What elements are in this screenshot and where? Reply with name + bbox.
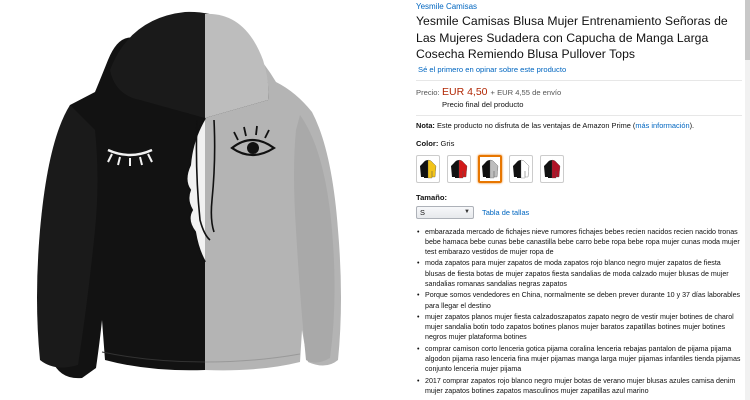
product-title: Yesmile Camisas Blusa Mujer Entrenamient… bbox=[416, 14, 728, 61]
price-label: Precio: bbox=[416, 87, 440, 97]
feature-bullet: moda zapatos para mujer zapatos de moda … bbox=[416, 258, 742, 289]
divider bbox=[416, 114, 742, 116]
color-swatch-yellow[interactable] bbox=[416, 154, 440, 183]
feature-bullets: embarazada mercado de fichajes nieve rum… bbox=[416, 227, 742, 397]
color-swatch-wine[interactable] bbox=[540, 154, 564, 183]
more-info-link[interactable]: más información bbox=[635, 121, 689, 130]
prime-note: Nota: Este producto no disfruta de las v… bbox=[416, 121, 742, 131]
note-text: Este producto no disfruta de las ventaja… bbox=[434, 120, 636, 130]
note-end: ). bbox=[689, 120, 695, 130]
hoodie-thumbnail-icon bbox=[513, 159, 530, 178]
hoodie-thumbnail-icon bbox=[420, 159, 437, 178]
size-chart-link[interactable]: Tabla de tallas bbox=[482, 208, 529, 217]
size-dropdown[interactable]: S ▼ bbox=[416, 205, 474, 219]
size-selected-value: S bbox=[420, 207, 425, 217]
color-label: Color: bbox=[416, 138, 439, 148]
feature-bullet: Porque somos vendedores en China, normal… bbox=[416, 290, 742, 311]
brand-link[interactable]: Yesmile Camisas bbox=[416, 1, 742, 12]
feature-bullet: embarazada mercado de fichajes nieve rum… bbox=[416, 227, 742, 258]
color-swatches bbox=[416, 154, 742, 183]
color-swatch-gray[interactable] bbox=[478, 154, 502, 183]
price-final-note: Precio final del producto bbox=[442, 99, 524, 109]
price-value: EUR 4,50 bbox=[442, 85, 488, 98]
product-image[interactable] bbox=[0, 0, 405, 400]
divider bbox=[416, 79, 742, 81]
color-value: Gris bbox=[440, 138, 455, 148]
write-review-link[interactable]: Sé el primero en opinar sobre este produ… bbox=[418, 65, 742, 75]
size-row: S ▼ Tabla de tallas bbox=[416, 205, 742, 219]
hoodie-thumbnail-icon bbox=[544, 159, 561, 178]
size-label: Tamaño: bbox=[416, 192, 448, 202]
color-swatch-white[interactable] bbox=[509, 154, 533, 183]
hoodie-image bbox=[37, 11, 341, 379]
feature-bullet: mujer zapatos planos mujer fiesta calzad… bbox=[416, 312, 742, 343]
color-selection: Color: Gris bbox=[416, 139, 742, 149]
feature-bullet: comprar camison corto lenceria gotica pi… bbox=[416, 344, 742, 375]
hoodie-thumbnail-icon bbox=[451, 159, 468, 178]
price-row: Precio: EUR 4,50 + EUR 4,55 de envío bbox=[416, 86, 742, 98]
note-label: Nota: bbox=[416, 120, 435, 130]
product-details: Yesmile Camisas Yesmile Camisas Blusa Mu… bbox=[416, 0, 742, 400]
feature-bullet: 2017 comprar zapatos rojo blanco negro m… bbox=[416, 376, 742, 397]
page-scrollbar[interactable] bbox=[745, 0, 750, 400]
chevron-down-icon: ▼ bbox=[464, 209, 470, 215]
shipping-cost: + EUR 4,55 de envío bbox=[490, 87, 562, 97]
scrollbar-thumb[interactable] bbox=[745, 0, 750, 60]
hoodie-thumbnail-icon bbox=[482, 159, 499, 178]
color-swatch-red[interactable] bbox=[447, 154, 471, 183]
